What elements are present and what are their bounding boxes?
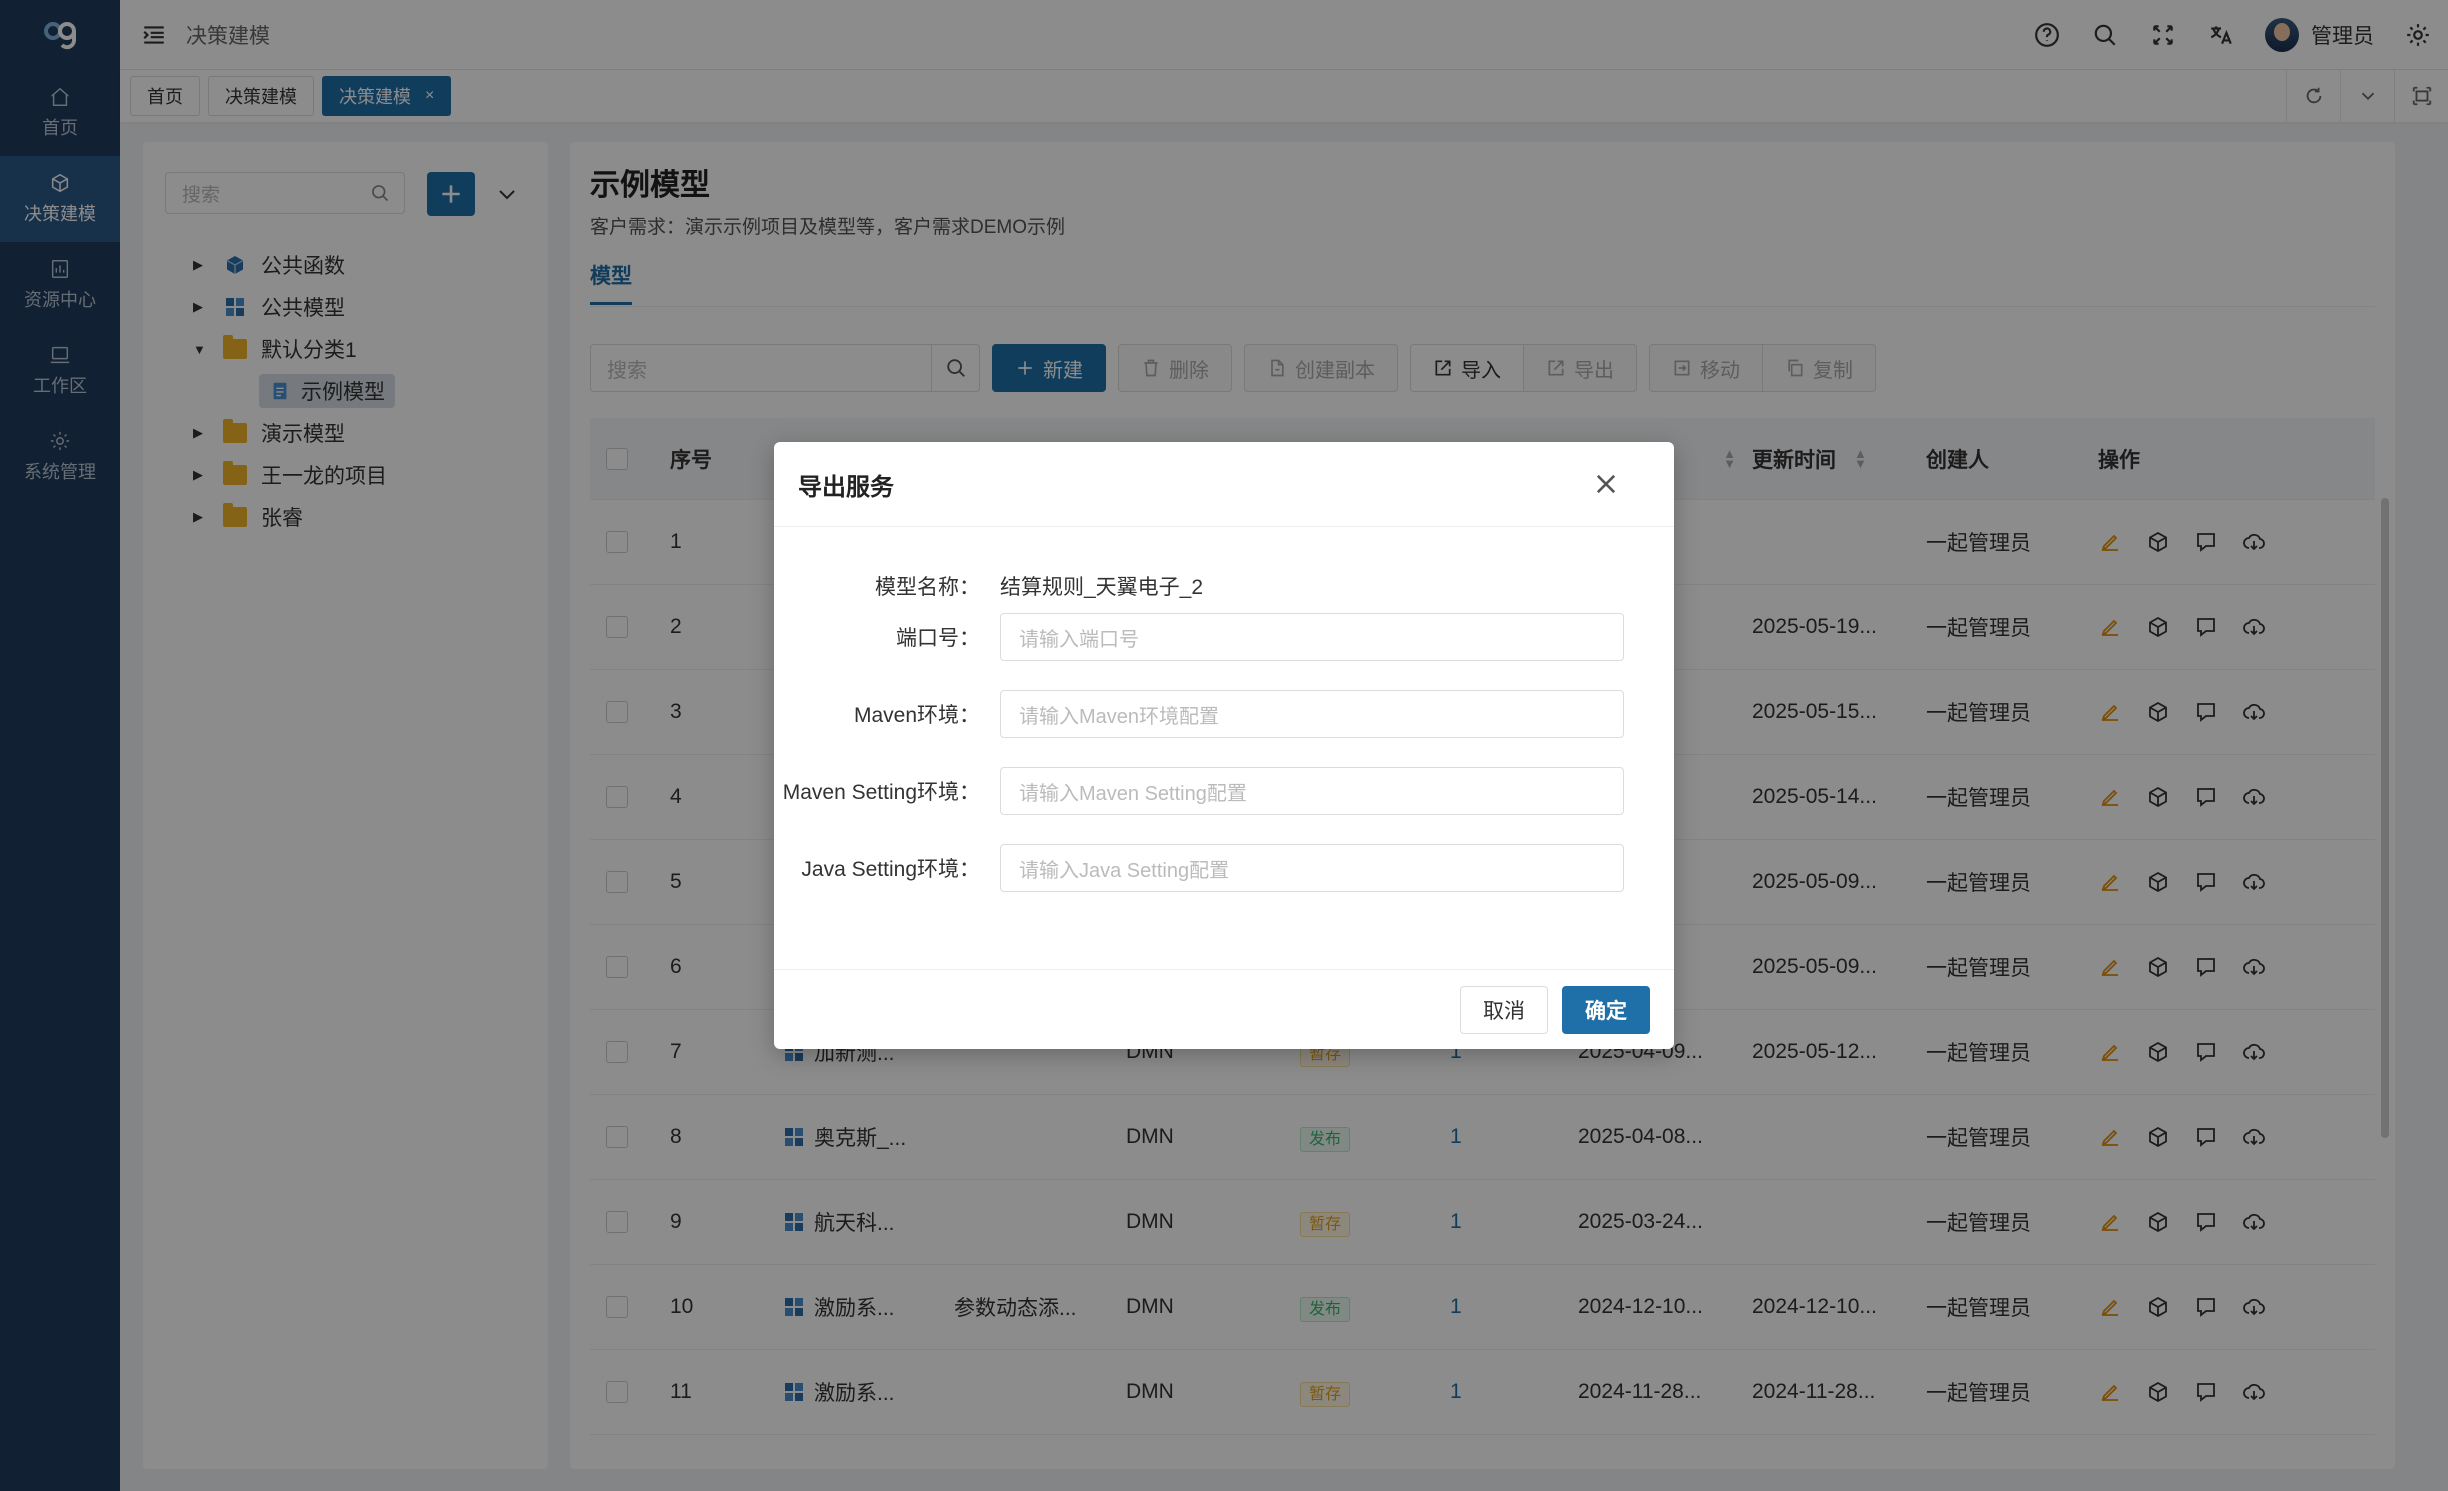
field-label: Java Setting环境： [801,858,980,881]
dialog-close-button[interactable] [1592,470,1622,500]
field-label: Maven Setting环境： [782,781,980,804]
field-label: 模型名称： [875,576,980,599]
form-row-maven-setting: Maven Setting环境： 请输入Maven Setting配置 [774,767,1674,815]
maven-env-input[interactable]: 请输入Maven环境配置 [1000,690,1624,738]
maven-setting-input[interactable]: 请输入Maven Setting配置 [1000,767,1624,815]
cancel-button[interactable]: 取消 [1460,985,1548,1034]
java-setting-input[interactable]: 请输入Java Setting配置 [1000,844,1624,892]
input-placeholder: 请输入Maven Setting配置 [1019,782,1247,805]
form-row-java-setting: Java Setting环境： 请输入Java Setting配置 [774,844,1674,892]
input-placeholder: 请输入端口号 [1019,628,1139,651]
model-name-value: 结算规则_天翼电子_2 [1000,576,1204,599]
form-row-port: 端口号： 请输入端口号 [774,613,1674,661]
port-input[interactable]: 请输入端口号 [1000,613,1624,661]
dialog-footer: 取消 确定 [774,969,1674,1049]
export-service-dialog: 导出服务 模型名称： 结算规则_天翼电子_2 端口号： 请输入端口号 Maven… [774,442,1674,1049]
form-row-model-name: 模型名称： 结算规则_天翼电子_2 [774,562,1674,610]
dialog-title: 导出服务 [798,473,894,501]
input-placeholder: 请输入Maven环境配置 [1019,705,1220,728]
field-label: 端口号： [896,627,980,650]
confirm-button[interactable]: 确定 [1562,985,1650,1034]
dialog-header: 导出服务 [774,442,1674,527]
field-label: Maven环境： [853,704,980,727]
input-placeholder: 请输入Java Setting配置 [1019,859,1230,882]
form-row-maven-env: Maven环境： 请输入Maven环境配置 [774,690,1674,738]
close-icon [1596,474,1616,494]
